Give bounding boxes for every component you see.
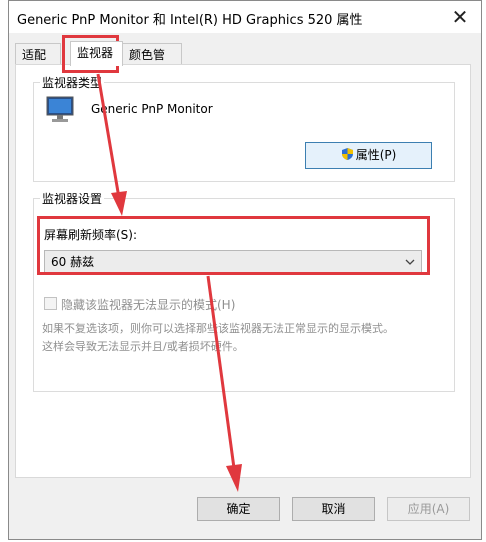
ok-button[interactable]: 确定 (197, 497, 280, 521)
cancel-button-label: 取消 (321, 502, 346, 516)
shield-icon (341, 148, 353, 160)
tab-adapter[interactable]: 适配器 (15, 43, 61, 84)
monitor-type-group: 监视器类型 Generic PnP Monitor 属性(P) (33, 74, 455, 182)
refresh-rate-value: 60 赫兹 (51, 255, 95, 269)
properties-dialog: Generic PnP Monitor 和 Intel(R) HD Graphi… (8, 0, 482, 540)
monitor-settings-group-label: 监视器设置 (40, 190, 105, 207)
chevron-down-icon (405, 259, 415, 265)
monitor-name: Generic PnP Monitor (91, 102, 213, 116)
apply-button: 应用(A) (387, 497, 470, 521)
tab-color-management[interactable]: 颜色管理 (122, 43, 182, 84)
ok-button-label: 确定 (226, 502, 251, 516)
monitor-type-group-label: 监视器类型 (40, 74, 105, 91)
title-bar: Generic PnP Monitor 和 Intel(R) HD Graphi… (9, 1, 481, 33)
apply-button-label: 应用(A) (407, 502, 450, 516)
tab-monitor-label: 监视器 (77, 46, 114, 60)
properties-button[interactable]: 属性(P) (305, 142, 432, 169)
monitor-icon (46, 96, 74, 122)
hint-text-line2: 这样会导致无法显示并且/或者损坏硬件。 (42, 340, 244, 353)
tab-monitor[interactable]: 监视器 (70, 41, 123, 66)
window-title: Generic PnP Monitor 和 Intel(R) HD Graphi… (17, 13, 363, 28)
monitor-settings-group: 监视器设置 屏幕刷新频率(S): 60 赫兹 隐藏该监视器无法显示的模式(H) … (33, 190, 455, 392)
cancel-button[interactable]: 取消 (292, 497, 375, 521)
properties-button-label: 属性(P) (355, 148, 397, 162)
refresh-rate-select[interactable]: 60 赫兹 (44, 250, 422, 274)
hide-modes-checkbox[interactable] (44, 297, 57, 310)
monitor-tab-panel: 监视器类型 Generic PnP Monitor 属性(P) 监视器设置 屏幕… (15, 64, 471, 478)
close-icon[interactable]: ✕ (445, 3, 475, 31)
hint-text-line1: 如果不复选该项，则你可以选择那些该监视器无法正常显示的显示模式。 (42, 322, 394, 335)
refresh-rate-label: 屏幕刷新频率(S): (44, 228, 138, 242)
hide-modes-label: 隐藏该监视器无法显示的模式(H) (61, 298, 236, 312)
